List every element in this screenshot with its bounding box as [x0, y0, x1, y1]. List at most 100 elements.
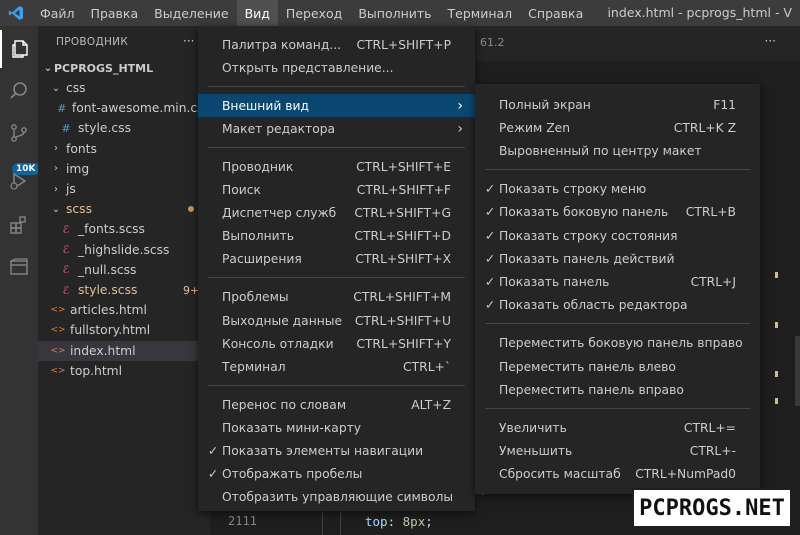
tree-file[interactable]: ℰstyle.scss 9+ [38, 280, 210, 300]
menu-item[interactable]: ✓ Показать строку состояния [475, 224, 760, 247]
extensions-icon[interactable] [0, 206, 38, 244]
modified-count: 9+ [183, 283, 200, 297]
menu-item-label: Режим Zen [499, 120, 571, 135]
tree-file[interactable]: <> articles.html [38, 300, 210, 320]
tree-file[interactable]: ℰ _fonts.scss [38, 219, 210, 239]
sidebar-more-icon[interactable]: ··· [183, 34, 194, 48]
menu-item[interactable]: Поиск CTRL+SHIFT+F [198, 179, 475, 202]
menu-item-label: Показать боковую панель [499, 205, 669, 220]
menubar-item-0[interactable]: Файл [32, 0, 83, 26]
menu-item[interactable]: Переместить боковую панель вправо [475, 332, 760, 355]
tree-item-label: articles.html [70, 303, 147, 318]
menu-item[interactable]: ✓ Показать боковую панель CTRL+B [475, 201, 760, 224]
menu-item[interactable]: Переместить панель влево [475, 355, 760, 378]
workspace-root[interactable]: ⌄ PCPROGS_HTML [38, 58, 210, 78]
tree-file[interactable]: ℰ _highslide.scss [38, 240, 210, 260]
menubar-item-2[interactable]: Выделение [146, 0, 236, 26]
menu-item[interactable]: Выровненный по центру макет [475, 139, 760, 162]
check-icon: ✓ [484, 228, 496, 243]
menu-item[interactable]: Открыть представление... [198, 56, 475, 79]
check-icon: ✓ [484, 251, 496, 266]
menu-item[interactable]: Выполнить CTRL+SHIFT+D [198, 225, 475, 248]
source-control-icon[interactable] [0, 114, 38, 152]
tree-file[interactable]: <> fullstory.html [38, 320, 210, 340]
explorer-icon[interactable] [0, 30, 38, 68]
check-icon: ✓ [484, 205, 496, 220]
check-icon: ✓ [484, 274, 496, 289]
menu-item[interactable]: Палитра команд... CTRL+SHIFT+P [198, 33, 475, 56]
menu-item-shortcut: CTRL+` [403, 359, 451, 374]
menu-item-shortcut: CTRL+SHIFT+E [356, 159, 451, 174]
menu-item-label: Увеличить [499, 420, 567, 435]
scss-file-icon: ℰ [62, 263, 70, 277]
menu-item[interactable]: ✓ Показать панель CTRL+J [475, 270, 760, 293]
menu-item[interactable]: Режим Zen CTRL+K Z [475, 116, 760, 139]
tree-file[interactable]: <> top.html [38, 361, 210, 381]
menu-item[interactable]: Увеличить CTRL+= [475, 416, 760, 439]
menu-item[interactable]: ✓ Показать строку меню [475, 178, 760, 201]
menu-item[interactable]: Полный экран F11 [475, 93, 760, 116]
submenu-chevron-icon: › [457, 97, 463, 114]
menu-item[interactable]: Уменьшить CTRL+- [475, 440, 760, 463]
chevron-down-icon: ⌄ [51, 203, 61, 215]
tree-item-label: img [66, 161, 90, 176]
menubar-item-5[interactable]: Выполнить [350, 0, 439, 26]
menu-item-label: Показать панель действий [499, 251, 675, 266]
menu-item[interactable]: Консоль отладки CTRL+SHIFT+Y [198, 332, 475, 355]
menu-item[interactable]: Терминал CTRL+` [198, 355, 475, 378]
menu-item[interactable]: ✓ Показать панель действий [475, 247, 760, 270]
menu-item[interactable]: Внешний вид › [198, 94, 475, 118]
menu-item[interactable]: Макет редактора › [198, 117, 475, 140]
menubar-item-7[interactable]: Справка [520, 0, 591, 26]
tree-folder[interactable]: ⌄ scss [38, 199, 210, 219]
editor-more-icon[interactable]: ··· [765, 34, 776, 48]
tree-file[interactable]: ℰ _null.scss [38, 260, 210, 280]
tree-item-label: index.html [70, 343, 136, 358]
search-icon[interactable] [0, 72, 38, 110]
tree-folder[interactable]: › js [38, 179, 210, 199]
menu-item[interactable]: ✓ Показать область редактора [475, 294, 760, 317]
menu-item-shortcut: CTRL+- [689, 444, 736, 459]
menubar-item-4[interactable]: Переход [278, 0, 350, 26]
menu-item[interactable]: Показать мини-карту [198, 416, 475, 439]
menu-item-label: Открыть представление... [222, 60, 394, 75]
menu-item-shortcut: CTRL+B [685, 205, 736, 220]
tree-item-label: js [66, 182, 76, 196]
menu-item[interactable]: Сбросить масштаб CTRL+NumPad0 [475, 463, 760, 486]
menu-item[interactable]: Расширения CTRL+SHIFT+X [198, 248, 475, 271]
menu-item[interactable]: Отобразить управляющие символы [198, 486, 475, 509]
tree-item-label: style.css [78, 121, 131, 136]
menubar-item-3[interactable]: Вид [236, 0, 278, 26]
tree-item-label: _fonts.scss [78, 222, 145, 237]
tree-file[interactable]: # font-awesome.min.css [38, 98, 210, 118]
scss-file-icon: ℰ [62, 243, 70, 257]
menu-item-label: Полный экран [499, 97, 591, 112]
tree-file[interactable]: <> index.html [38, 340, 210, 361]
menubar-item-6[interactable]: Терминал [440, 0, 521, 26]
code-line: top: 8px; [365, 514, 433, 529]
view-menu: Палитра команд... CTRL+SHIFT+P Открыть пре… [198, 26, 475, 511]
menu-item[interactable]: Переместить панель вправо [475, 378, 760, 401]
menu-item[interactable]: Перенос по словам ALT+Z [198, 393, 475, 416]
menubar-item-1[interactable]: Правка [83, 0, 147, 26]
menu-item[interactable]: ✓ Отображать пробелы [198, 463, 475, 486]
run-debug-icon[interactable] [0, 162, 38, 200]
tree-folder[interactable]: › fonts [38, 139, 210, 159]
minimap-mark [775, 272, 778, 278]
menu-item[interactable]: Выходные данные CTRL+SHIFT+U [198, 309, 475, 332]
tree-file[interactable]: # style.css [38, 118, 210, 138]
check-icon: ✓ [484, 298, 496, 313]
menu-item-label: Выходные данные [222, 313, 343, 328]
tree-folder[interactable]: ⌄ css [38, 78, 210, 98]
menu-item[interactable]: ✓ Показать элементы навигации [198, 440, 475, 463]
menu-item[interactable]: Проводник CTRL+SHIFT+E [198, 155, 475, 178]
menu-item-label: Палитра команд... [222, 37, 342, 52]
remote-explorer-icon[interactable] [0, 248, 38, 286]
line-number: 2111 [228, 514, 257, 528]
tree-folder[interactable]: › img [38, 159, 210, 179]
menu-item[interactable]: Проблемы CTRL+SHIFT+M [198, 286, 475, 309]
menu-item[interactable]: Диспетчер служб CTRL+SHIFT+G [198, 202, 475, 225]
chevron-down-icon: ⌄ [51, 82, 61, 94]
scrollbar-thumb[interactable] [795, 336, 800, 406]
html-file-icon: <> [50, 345, 66, 356]
